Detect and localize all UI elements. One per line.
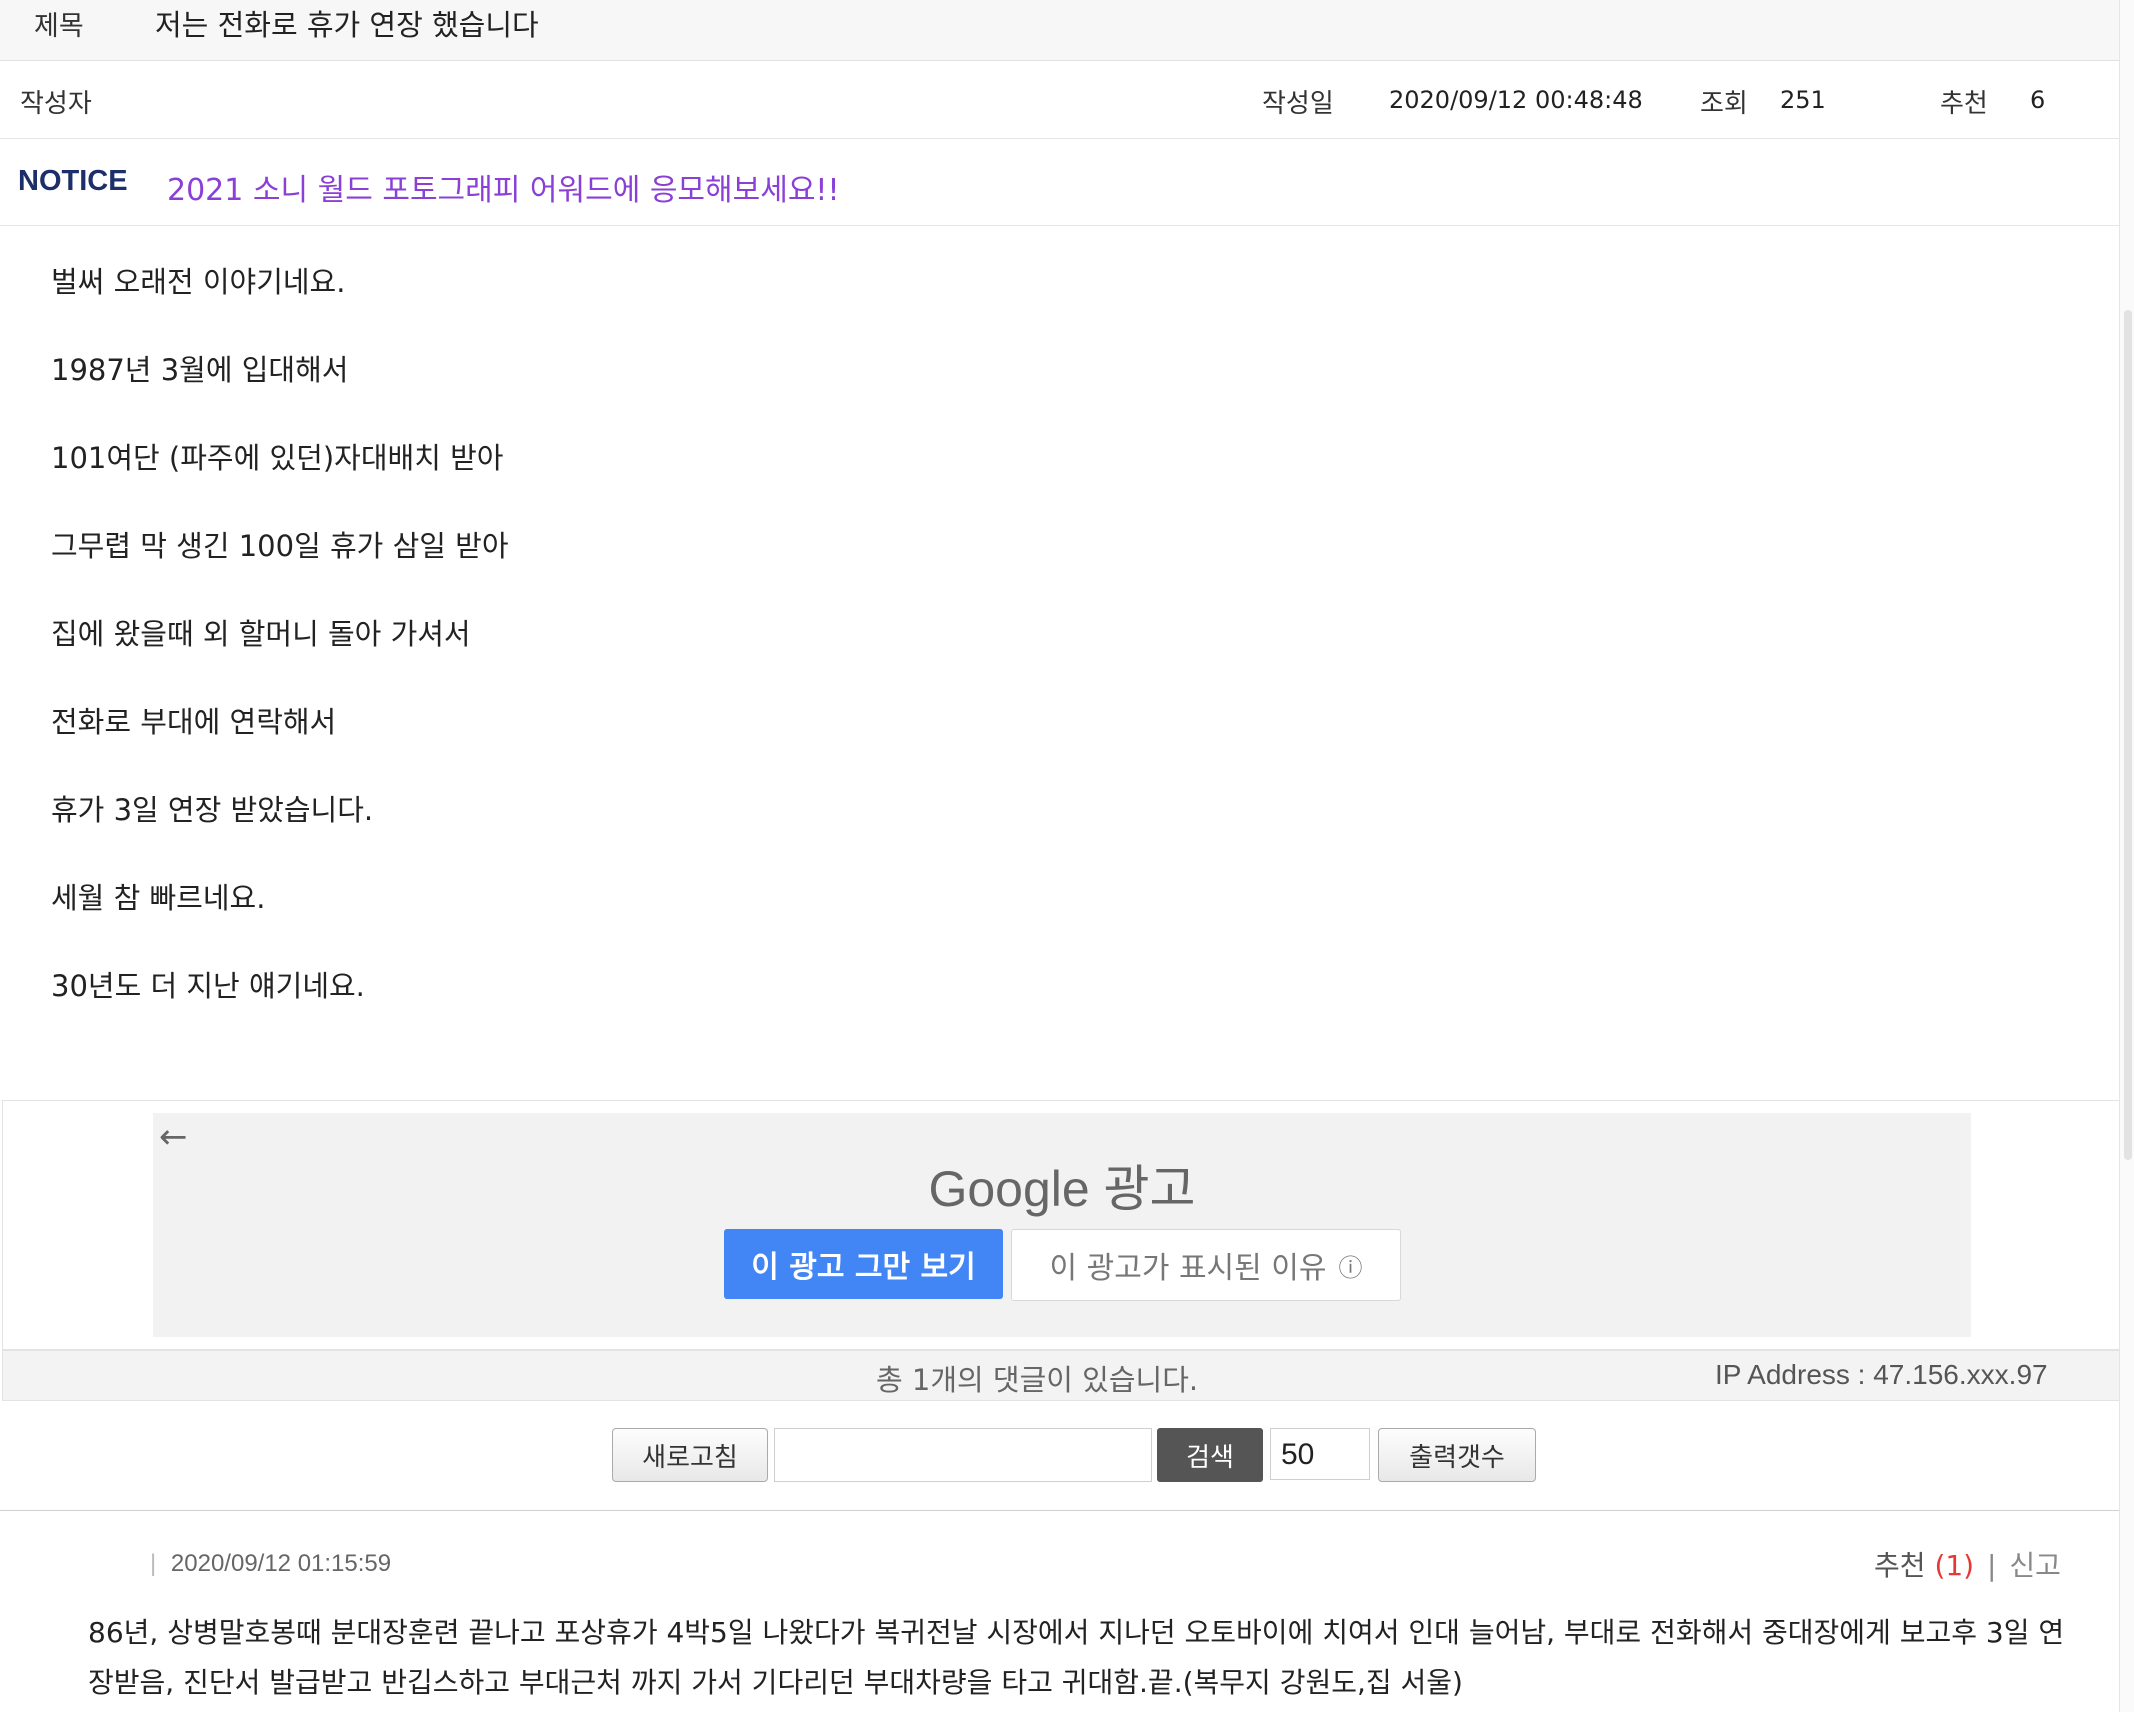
views-count: 251 [1780, 86, 1826, 114]
notice-link[interactable]: 2021 소니 월드 포토그래피 어워드에 응모해보세요!! [167, 165, 839, 209]
search-button[interactable]: 검색 [1157, 1428, 1263, 1482]
comment-toolbar: 새로고침 검색 50 출력갯수 [0, 1420, 2124, 1482]
comment-meta: | 2020/09/12 01:15:59 [150, 1550, 391, 1578]
comment-actions: 추천 (1) | 신고 [1874, 1544, 2061, 1584]
ad-panel: ← Google 광고 이 광고 그만 보기 이 광고가 표시된 이유 ⓘ [153, 1113, 1971, 1337]
divider [0, 1510, 2124, 1511]
comment-count-bar: 총 1개의 댓글이 있습니다. IP Address : 47.156.xxx.… [2, 1350, 2122, 1401]
notice-row: NOTICE 2021 소니 월드 포토그래피 어워드에 응모해보세요!! [0, 139, 2124, 226]
likes-label: 추천 [1940, 89, 1988, 119]
scrollbar-thumb[interactable] [2124, 310, 2132, 1160]
likes-count: 6 [2030, 86, 2046, 114]
comment-like-button[interactable]: 추천 [1874, 1549, 1926, 1582]
body-line: 휴가 3일 연장 받았습니다. [51, 793, 374, 827]
body-line: 세월 참 빠르네요. [51, 881, 266, 915]
scrollbar[interactable] [2119, 0, 2134, 1712]
date-label: 작성일 [1262, 89, 1334, 119]
ip-address: IP Address : 47.156.xxx.97 [1715, 1359, 2048, 1390]
body-line: 그무렵 막 생긴 100일 휴가 삼일 받아 [51, 529, 509, 563]
body-line: 전화로 부대에 연락해서 [51, 705, 337, 739]
body-line: 벌써 오래전 이야기네요. [51, 265, 346, 299]
comment-date: 2020/09/12 01:15:59 [170, 1550, 392, 1577]
body-line: 30년도 더 지난 얘기네요. [51, 969, 365, 1003]
author-label: 작성자 [20, 89, 92, 119]
stop-ad-button[interactable]: 이 광고 그만 보기 [724, 1229, 1003, 1299]
post-title: 저는 전화로 휴가 연장 했습니다 [155, 8, 539, 42]
ad-container: ← Google 광고 이 광고 그만 보기 이 광고가 표시된 이유 ⓘ [2, 1100, 2122, 1350]
body-line: 101여단 (파주에 있던)자대배치 받아 [51, 441, 504, 475]
title-row: 제목 저는 전화로 휴가 연장 했습니다 [0, 0, 2124, 61]
output-count-input[interactable]: 50 [1270, 1428, 1370, 1480]
output-count-button[interactable]: 출력갯수 [1378, 1428, 1536, 1482]
actions-separator: | [1987, 1549, 1997, 1582]
google-ads-logo: Google 광고 [928, 1161, 1196, 1217]
views-label: 조회 [1700, 89, 1748, 119]
title-label: 제목 [34, 11, 84, 42]
body-line: 집에 왔을때 외 할머니 돌아 가셔서 [51, 617, 471, 651]
search-input[interactable] [774, 1428, 1152, 1482]
post-body: 벌써 오래전 이야기네요. 1987년 3월에 입대해서 101여단 (파주에 있던… [51, 262, 1951, 1054]
comment-like-count: (1) [1934, 1549, 1975, 1582]
body-line: 1987년 3월에 입대해서 [51, 353, 349, 387]
why-this-ad-button[interactable]: 이 광고가 표시된 이유 ⓘ [1011, 1229, 1401, 1301]
comment-author-separator: | [150, 1550, 157, 1577]
notice-tag: NOTICE [18, 165, 128, 197]
info-icon: ⓘ [1338, 1253, 1363, 1282]
report-button[interactable]: 신고 [2009, 1549, 2061, 1582]
why-this-ad-label: 이 광고가 표시된 이유 [1049, 1251, 1327, 1286]
page: 제목 저는 전화로 휴가 연장 했습니다 작성자 작성일 2020/09/12 … [0, 0, 2134, 1712]
comment-count: 총 1개의 댓글이 있습니다. [876, 1363, 1199, 1397]
comment-text: 86년, 상병말호봉때 분대장훈련 끝나고 포상휴가 4박5일 나왔다가 복귀전… [88, 1616, 2065, 1699]
post-date: 2020/09/12 00:48:48 [1389, 86, 1643, 114]
meta-row: 작성자 작성일 2020/09/12 00:48:48 조회 251 추천 6 [0, 61, 2124, 139]
refresh-button[interactable]: 새로고침 [612, 1428, 768, 1482]
